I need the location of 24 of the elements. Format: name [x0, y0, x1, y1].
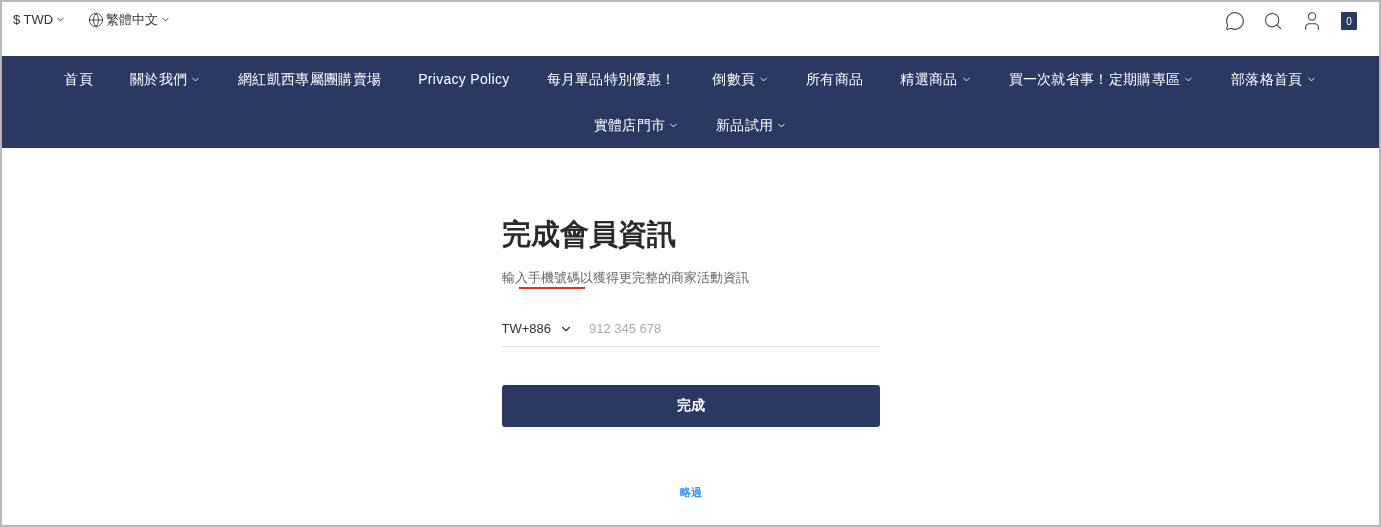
cart-button[interactable]: 0 — [1341, 12, 1357, 30]
nav-item[interactable]: 首頁 — [64, 68, 93, 90]
language-selector[interactable]: 繁體中文 — [88, 10, 172, 30]
nav-item[interactable]: 網紅凱西專屬團購賣場 — [238, 68, 382, 90]
nav-item[interactable]: 每月單品特別優惠！ — [546, 68, 676, 90]
nav-item[interactable]: 倒數頁 — [712, 68, 770, 90]
nav-item[interactable]: 新品試用 — [716, 114, 788, 136]
phone-field[interactable]: 912 345 678 — [589, 319, 880, 339]
nav-item[interactable]: Privacy Policy — [418, 68, 510, 90]
nav-item[interactable]: 部落格首頁 — [1231, 68, 1317, 90]
nav-item[interactable]: 所有商品 — [806, 68, 864, 90]
nav-item[interactable]: 實體店門市 — [593, 114, 680, 136]
search-icon[interactable] — [1263, 11, 1283, 31]
globe-icon — [88, 11, 105, 28]
nav-item[interactable]: 關於我們 — [129, 68, 202, 90]
underline-mark — [518, 287, 585, 289]
subtitle: 輸入手機號碼以獲得更完整的商家活動資訊 — [501, 269, 750, 287]
page-title: 完成會員資訊 — [501, 217, 677, 252]
nav-item[interactable]: 買一次就省事！定期購專區 — [1008, 68, 1195, 90]
nav-item[interactable]: 精選商品 — [900, 68, 972, 90]
submit-button[interactable]: 完成 — [501, 384, 880, 427]
country-code-selector[interactable]: TW+886 — [501, 319, 573, 339]
currency-selector[interactable]: $ TWD — [13, 10, 67, 30]
chat-icon[interactable] — [1225, 11, 1245, 31]
